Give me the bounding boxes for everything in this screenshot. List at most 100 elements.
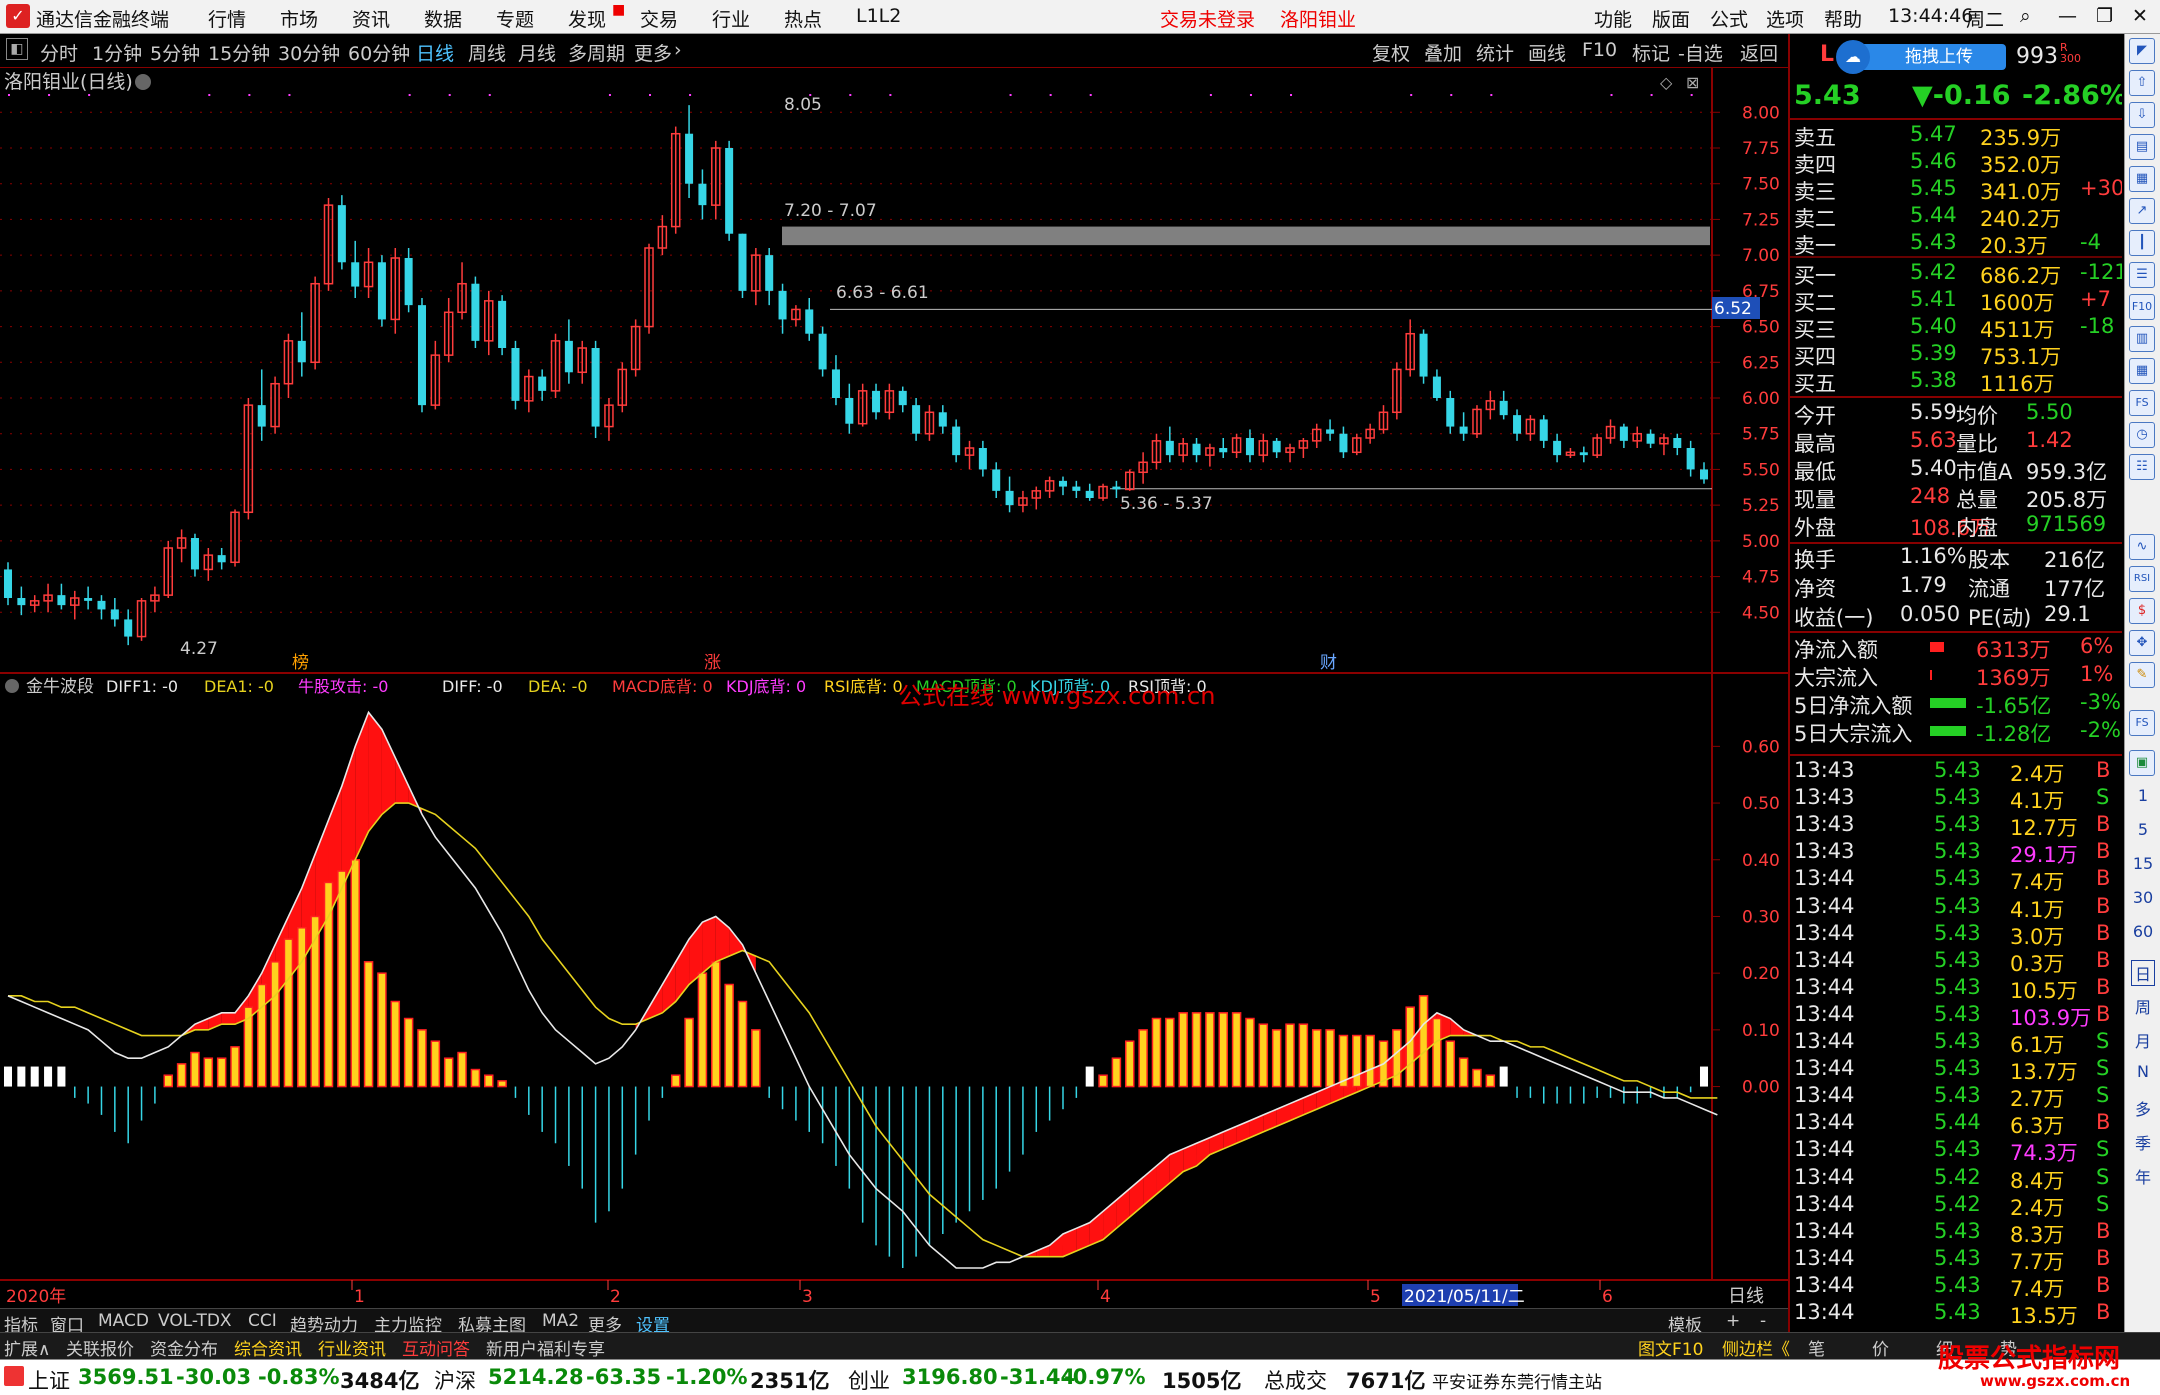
minimize-icon[interactable]: — bbox=[2058, 5, 2077, 27]
excel-icon[interactable]: ▣ bbox=[2129, 750, 2155, 776]
period-60[interactable]: 60 bbox=[2125, 922, 2160, 941]
collapse-arrow-icon[interactable]: ◤ bbox=[2129, 38, 2155, 64]
tab-bi[interactable]: 笔 bbox=[1808, 1335, 1825, 1360]
timeframe-tab[interactable]: 月线 bbox=[518, 39, 556, 66]
collapse-icon[interactable]: ◧ bbox=[6, 38, 28, 60]
report-icon[interactable]: ▤ bbox=[2129, 134, 2155, 160]
table-icon[interactable]: ▦ bbox=[2129, 166, 2155, 192]
period-day[interactable]: 日 bbox=[2131, 960, 2155, 986]
chart-options-icon[interactable] bbox=[135, 74, 151, 90]
tool-button[interactable]: 画线 bbox=[1528, 39, 1566, 66]
stamp-icon[interactable]: $ bbox=[2129, 598, 2155, 624]
chevron-right-icon[interactable]: › bbox=[674, 39, 682, 61]
period-30[interactable]: 30 bbox=[2125, 888, 2160, 907]
menu-item[interactable]: 市场 bbox=[280, 5, 318, 32]
tab-cci[interactable]: CCI bbox=[248, 1311, 277, 1331]
diamond-icon[interactable]: ◇ bbox=[1660, 73, 1673, 92]
tab-industry[interactable]: 行业资讯 bbox=[318, 1335, 386, 1360]
wave-icon[interactable]: ∿ bbox=[2129, 534, 2155, 560]
period-5[interactable]: 5 bbox=[2125, 820, 2160, 839]
up-arrow-icon[interactable]: ⇧ bbox=[2129, 70, 2155, 96]
tab-sidebar[interactable]: 侧边栏《 bbox=[1722, 1335, 1790, 1360]
timeframe-tab[interactable]: 多周期 bbox=[568, 39, 625, 66]
timeframe-tab[interactable]: 60分钟 bbox=[348, 39, 410, 66]
search-icon[interactable]: ⌕ bbox=[2020, 5, 2031, 27]
tab-f10[interactable]: 图文F10 bbox=[1638, 1335, 1703, 1360]
restore-icon[interactable]: ❐ bbox=[2096, 5, 2113, 27]
indicator-name[interactable]: 金牛波段 bbox=[26, 677, 94, 697]
clock-icon[interactable]: ◷ bbox=[2129, 422, 2155, 448]
timeframe-tab[interactable]: 周线 bbox=[468, 39, 506, 66]
period-15[interactable]: 15 bbox=[2125, 854, 2160, 873]
login-notice[interactable]: 交易未登录 bbox=[1160, 5, 1255, 32]
tool-button[interactable]: 统计 bbox=[1476, 39, 1514, 66]
menu-item[interactable]: 交易 bbox=[640, 5, 678, 32]
upload-button[interactable]: ☁ 拖拽上传 bbox=[1836, 40, 2006, 74]
sh-name[interactable]: 上证 bbox=[28, 1365, 70, 1395]
menu-right-item[interactable]: 选项 bbox=[1766, 5, 1804, 32]
down-arrow-icon[interactable]: ⇩ bbox=[2129, 102, 2155, 128]
timeframe-tab[interactable]: 1分钟 bbox=[92, 39, 142, 66]
tool-button[interactable]: -自选 bbox=[1678, 39, 1723, 66]
menu-item[interactable]: 资讯 bbox=[352, 5, 390, 32]
period-month[interactable]: 月 bbox=[2125, 1028, 2160, 1052]
period-n[interactable]: N bbox=[2125, 1062, 2160, 1081]
tab-welfare[interactable]: 新用户福利专享 bbox=[486, 1335, 605, 1360]
period-quarter[interactable]: 季 bbox=[2125, 1130, 2160, 1154]
event-mark[interactable]: 涨 bbox=[704, 653, 721, 673]
chart-icon[interactable]: ▥ bbox=[2129, 326, 2155, 352]
tab-capital[interactable]: 资金分布 bbox=[150, 1335, 218, 1360]
grid-icon[interactable]: ▦ bbox=[2129, 358, 2155, 384]
kline-icon[interactable]: ┃ bbox=[2129, 230, 2155, 256]
menu-item[interactable]: 行情 bbox=[208, 5, 246, 32]
menu-item[interactable]: 数据 bbox=[424, 5, 462, 32]
menu-right-item[interactable]: 版面 bbox=[1652, 5, 1690, 32]
sz-name[interactable]: 沪深 bbox=[434, 1365, 476, 1395]
rsi-icon[interactable]: RSI bbox=[2129, 566, 2155, 592]
tool-button[interactable]: 叠加 bbox=[1424, 39, 1462, 66]
tool-button[interactable]: 返回 bbox=[1740, 39, 1778, 66]
close-pane-icon[interactable]: ⊠ bbox=[1686, 73, 1699, 92]
timeframe-tab[interactable]: 30分钟 bbox=[278, 39, 340, 66]
timeframe-tab[interactable]: 15分钟 bbox=[208, 39, 270, 66]
close-icon[interactable]: ✕ bbox=[2132, 5, 2148, 27]
period-multi[interactable]: 多 bbox=[2125, 1096, 2160, 1120]
timeframe-tab[interactable]: 分时 bbox=[40, 39, 78, 66]
kline-chart[interactable]: 8.007.757.507.257.006.756.506.256.005.75… bbox=[0, 68, 1788, 1308]
timeframe-tab[interactable]: 5分钟 bbox=[150, 39, 200, 66]
cy-name[interactable]: 创业 bbox=[848, 1365, 890, 1395]
chart-area[interactable]: 8.00 7.75 7.50 7.25 7.00 6.75 6.50 6.25 6.00 5.75… bbox=[0, 68, 1788, 1308]
remove-pane-button[interactable]: - bbox=[1760, 1311, 1766, 1331]
tab-expand[interactable]: 扩展∧ bbox=[4, 1335, 50, 1360]
period-year[interactable]: 年 bbox=[2125, 1164, 2160, 1188]
menu-item[interactable]: 专题 bbox=[496, 5, 534, 32]
timeframe-tab-active[interactable]: 日线 bbox=[416, 39, 454, 66]
broker-name[interactable]: 平安证券东莞行情主站 bbox=[1432, 1368, 1602, 1393]
period-week[interactable]: 周 bbox=[2125, 994, 2160, 1018]
event-mark[interactable]: 财 bbox=[1320, 653, 1337, 673]
menu-right-item[interactable]: 帮助 bbox=[1824, 5, 1862, 32]
timeframe-tab[interactable]: 更多 bbox=[634, 39, 672, 66]
fs-icon[interactable]: FS bbox=[2129, 390, 2155, 416]
period-1[interactable]: 1 bbox=[2125, 786, 2160, 805]
menu-item[interactable]: 发现 bbox=[568, 5, 606, 32]
menu-right-item[interactable]: 功能 bbox=[1594, 5, 1632, 32]
f10-icon[interactable]: F10 bbox=[2129, 294, 2155, 320]
fs2-icon[interactable]: FS bbox=[2129, 710, 2155, 736]
list-icon[interactable]: ☰ bbox=[2129, 262, 2155, 288]
tab-qa[interactable]: 互动问答 bbox=[402, 1335, 470, 1360]
menu-item[interactable]: 行业 bbox=[712, 5, 750, 32]
event-mark[interactable]: 榜 bbox=[292, 653, 309, 673]
tab-price[interactable]: 价 bbox=[1872, 1335, 1889, 1360]
tool-button[interactable]: F10 bbox=[1582, 39, 1617, 61]
tab-related[interactable]: 关联报价 bbox=[66, 1335, 134, 1360]
nav-icon[interactable]: ☷ bbox=[2129, 454, 2155, 480]
pen-icon[interactable]: ✎ bbox=[2129, 662, 2155, 688]
trend-icon[interactable]: ↗ bbox=[2129, 198, 2155, 224]
menu-item[interactable]: L1L2 bbox=[856, 5, 901, 27]
tab-ma2[interactable]: MA2 bbox=[542, 1311, 579, 1331]
menu-right-item[interactable]: 公式 bbox=[1710, 5, 1748, 32]
tool-button[interactable]: 复权 bbox=[1372, 39, 1410, 66]
tab-vol[interactable]: VOL-TDX bbox=[158, 1311, 232, 1331]
indicator-options-icon[interactable] bbox=[5, 679, 19, 693]
